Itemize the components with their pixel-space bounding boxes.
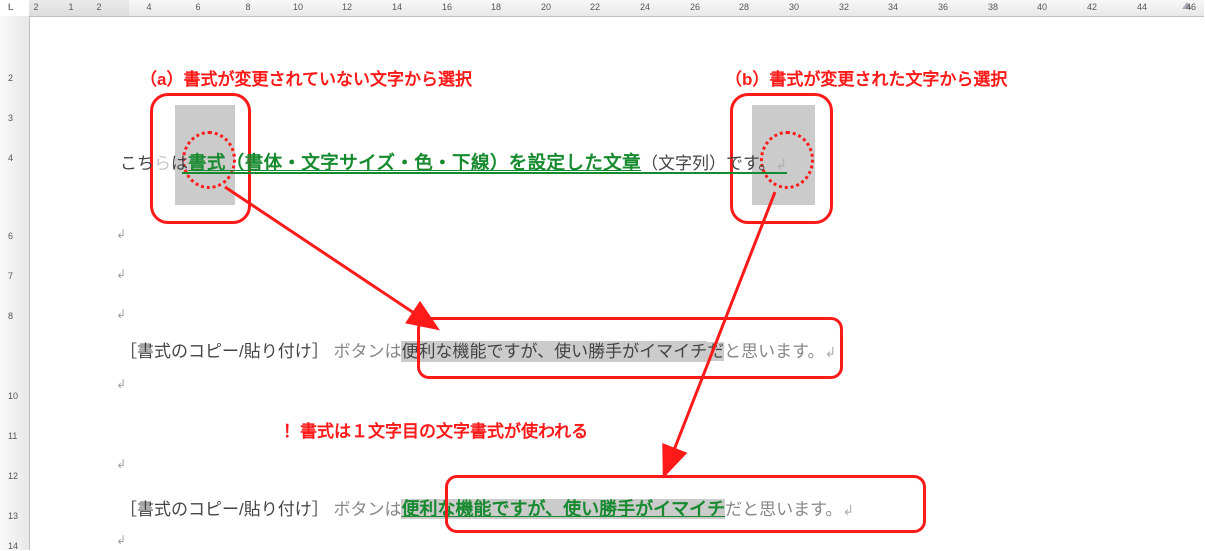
callout-box-result-plain [417, 317, 843, 379]
ruler-number: 40 [1037, 2, 1047, 12]
ruler-number: 26 [690, 2, 700, 12]
paragraph-mark-icon: ↲ [116, 377, 126, 391]
ruler-number: 13 [8, 511, 18, 521]
ruler-number: 1 [68, 2, 73, 12]
callout-label-b: （b）書式が変更された文字から選択 [725, 65, 1007, 90]
ruler-number: 36 [938, 2, 948, 12]
paragraph-mark-icon: ↲ [116, 457, 126, 471]
ruler-number: 42 [1087, 2, 1097, 12]
ruler-number: 38 [988, 2, 998, 12]
ruler-number: 11 [8, 431, 17, 441]
line1-post: （文字列）です。 [641, 154, 775, 173]
ruler-number: 8 [245, 2, 250, 12]
ruler-number: 4 [8, 153, 13, 163]
ruler-number: 10 [8, 391, 18, 401]
ruler-number: 6 [195, 2, 200, 12]
ruler-number: 6 [8, 231, 13, 241]
ruler-number: 18 [491, 2, 501, 12]
horizontal-ruler: 2124681012141618202224262830323436384042… [29, 0, 1204, 17]
ruler-number: 4 [146, 2, 151, 12]
ruler-number: 10 [293, 2, 303, 12]
line1-styled: 書式（書体・文字サイズ・色・下線）を設定した文章 [188, 152, 641, 173]
ruler-number: 44 [1137, 2, 1147, 12]
line3-mid1: ボタンは [333, 500, 401, 519]
ruler-number: 3 [8, 113, 13, 123]
paragraph-mark-icon: ↲ [116, 227, 126, 241]
ruler-number: 28 [739, 2, 749, 12]
line2-pre: ［書式のコピー/貼り付け］ [120, 342, 329, 361]
vertical-ruler: 2346781011121314 [0, 16, 30, 550]
paragraph-mark-icon: ↲ [116, 533, 126, 547]
line1-pre: こち [120, 154, 154, 173]
ruler-number: 7 [8, 271, 13, 281]
ruler-number: 2 [33, 2, 38, 12]
ruler-number: 20 [541, 2, 551, 12]
ruler-number: 32 [839, 2, 849, 12]
paragraph-mark-icon: ↲ [116, 267, 126, 281]
callout-box-result-styled [445, 475, 926, 533]
ruler-number: 14 [392, 2, 402, 12]
ruler-number: 2 [96, 2, 101, 12]
line3-pre: ［書式のコピー/貼り付け］ [120, 500, 329, 519]
callout-note: ！書式は１文字目の文字書式が使われる [283, 417, 588, 442]
ruler-number: 24 [640, 2, 650, 12]
ruler-number: 12 [8, 471, 18, 481]
ruler-number: 12 [342, 2, 352, 12]
ruler-number: 34 [888, 2, 898, 12]
ruler-number: 22 [590, 2, 600, 12]
ruler-number: 46 [1186, 2, 1196, 12]
ruler-corner-l: L [8, 2, 14, 12]
paragraph-mark-icon: ↲ [116, 307, 126, 321]
callout-label-a: （a）書式が変更されていない文字から選択 [140, 65, 472, 90]
ruler-number: 16 [442, 2, 452, 12]
line2-mid1: ボタンは [333, 342, 401, 361]
ruler-number: 2 [8, 73, 13, 83]
document-page: （a）書式が変更されていない文字から選択 （b）書式が変更された文字から選択 こ… [30, 17, 1205, 550]
ruler-number: 30 [789, 2, 799, 12]
line1-pre2: は [171, 154, 188, 173]
ruler-number: 8 [8, 311, 13, 321]
return-mark-icon: ↲ [775, 156, 787, 172]
